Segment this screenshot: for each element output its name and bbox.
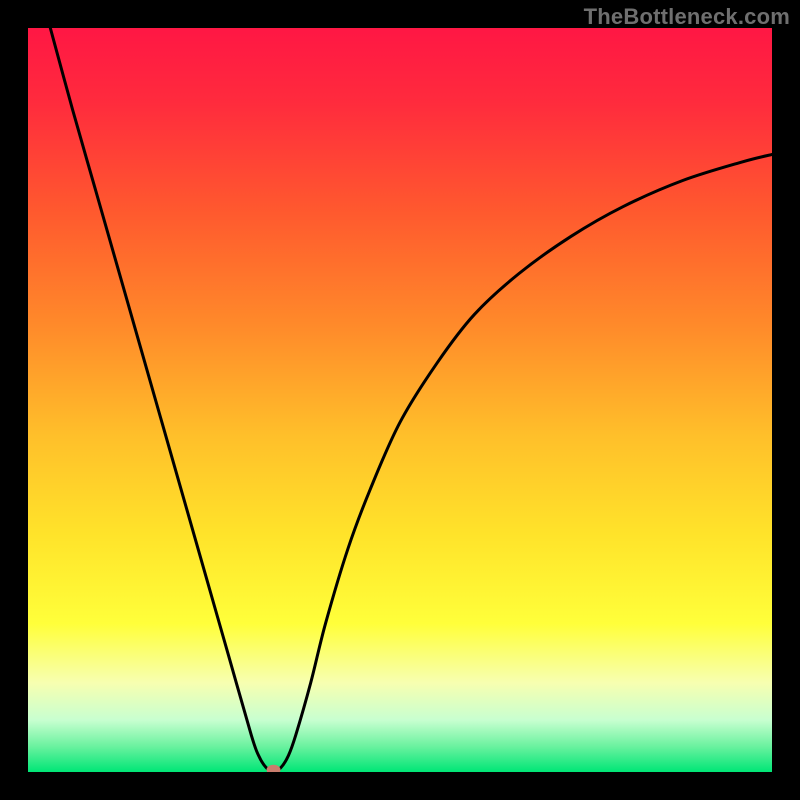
bottleneck-chart: [28, 28, 772, 772]
watermark-text: TheBottleneck.com: [584, 4, 790, 30]
gradient-background: [28, 28, 772, 772]
chart-frame: [28, 28, 772, 772]
